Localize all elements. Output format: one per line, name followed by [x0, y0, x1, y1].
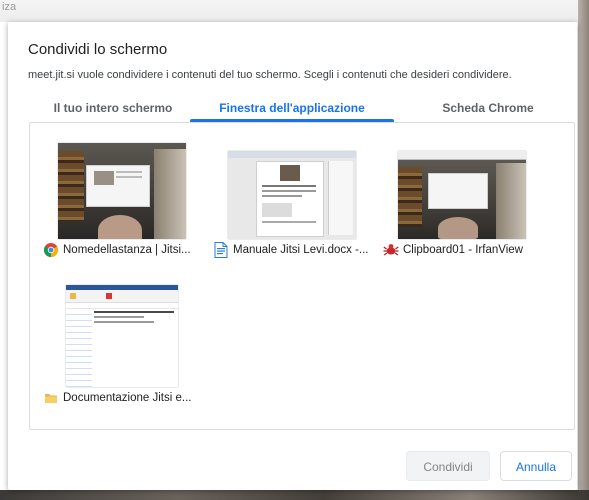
- window-item-writer[interactable]: Manuale Jitsi Levi.docx -...: [212, 133, 372, 263]
- window-item-jitsi[interactable]: Nomedellastanza | Jitsi...: [42, 133, 202, 263]
- window-thumbnail: [382, 133, 542, 239]
- background-video-edge: [578, 0, 589, 500]
- share-screen-dialog: Condividi lo schermo meet.jit.si vuole c…: [8, 22, 577, 490]
- dialog-subtitle: meet.jit.si vuole condividere i contenut…: [28, 69, 512, 81]
- background-video-bottom: [0, 490, 589, 500]
- writer-thumbnail-image: [228, 151, 356, 239]
- window-item-label: Nomedellastanza | Jitsi...: [63, 244, 191, 256]
- window-thumbnail: [42, 281, 202, 387]
- irfanview-icon: [383, 242, 399, 258]
- window-item-label-row: Manuale Jitsi Levi.docx -...: [213, 241, 371, 259]
- window-list: Nomedellastanza | Jitsi... Manuale Jitsi…: [29, 122, 575, 430]
- chrome-icon: [43, 242, 59, 258]
- window-thumbnail: [212, 133, 372, 239]
- cancel-button[interactable]: Annulla: [500, 451, 572, 481]
- share-button[interactable]: Condividi: [406, 451, 490, 481]
- window-item-explorer[interactable]: Documentazione Jitsi e...: [42, 281, 202, 411]
- writer-document-icon: [213, 242, 229, 258]
- window-thumbnail: [42, 133, 202, 239]
- background-page-strip: iza: [0, 0, 589, 22]
- explorer-thumbnail-image: [66, 285, 178, 387]
- window-item-irfanview[interactable]: Clipboard01 - IrfanView: [382, 133, 542, 263]
- window-item-label: Documentazione Jitsi e...: [63, 392, 192, 404]
- folder-icon: [43, 390, 59, 406]
- window-item-label: Manuale Jitsi Levi.docx -...: [233, 244, 369, 256]
- window-item-label: Clipboard01 - IrfanView: [403, 244, 523, 256]
- jitsi-thumbnail-image: [58, 143, 186, 239]
- window-item-label-row: Documentazione Jitsi e...: [43, 389, 201, 407]
- window-item-label-row: Nomedellastanza | Jitsi...: [43, 241, 201, 259]
- background-page-text: iza: [2, 1, 17, 13]
- dialog-title: Condividi lo schermo: [28, 41, 168, 58]
- irfanview-thumbnail-image: [398, 151, 526, 239]
- window-item-label-row: Clipboard01 - IrfanView: [383, 241, 541, 259]
